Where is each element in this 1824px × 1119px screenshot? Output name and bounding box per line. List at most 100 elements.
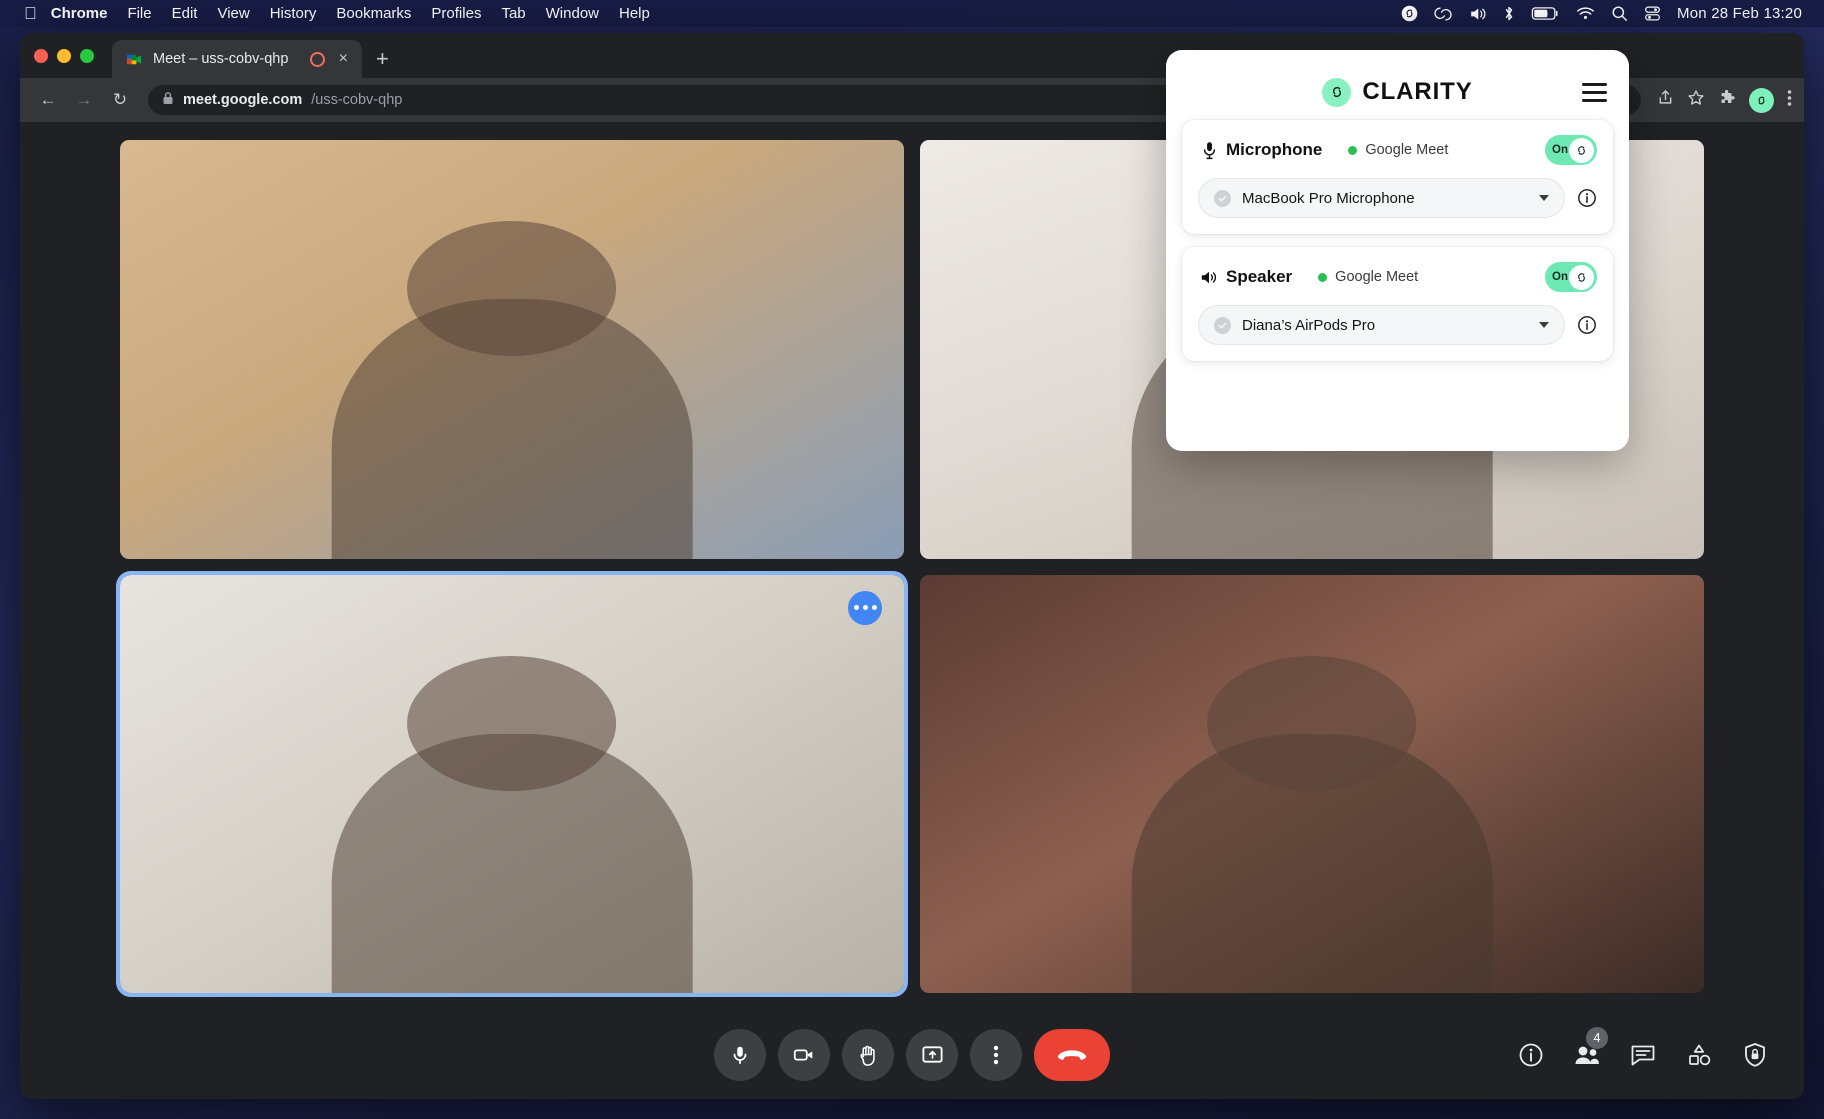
menu-item-view[interactable]: View — [217, 5, 249, 22]
window-traffic-lights — [34, 33, 112, 78]
speaker-device-name: Diana’s AirPods Pro — [1242, 316, 1376, 334]
apple-icon[interactable]:  — [24, 5, 37, 22]
participant-video — [1131, 733, 1493, 993]
microphone-icon — [1198, 141, 1220, 160]
speaker-source-label: Google Meet — [1335, 269, 1419, 285]
microphone-title: Microphone — [1226, 140, 1323, 159]
participant-video — [331, 733, 693, 993]
activities-button[interactable] — [1684, 1040, 1714, 1070]
macos-menu-bar:  Chrome File Edit View History Bookmark… — [0, 0, 1824, 27]
participant-tile-3[interactable] — [116, 570, 908, 997]
tile-more-options-button[interactable] — [848, 590, 882, 625]
speaker-section-header: Speaker Google Meet On — [1198, 261, 1597, 293]
new-tab-button[interactable]: + — [376, 48, 389, 70]
microphone-source-label: Google Meet — [1365, 142, 1449, 158]
microphone-toggle-label: On — [1552, 144, 1568, 156]
toolbar-actions — [1653, 87, 1792, 113]
menu-item-history[interactable]: History — [270, 5, 317, 22]
clarity-extension-panel: CLARITY Microphone Google Meet On MacBoo… — [1166, 50, 1629, 451]
speaker-section: Speaker Google Meet On Diana’s AirPods P… — [1182, 247, 1613, 361]
chevron-down-icon[interactable] — [1539, 195, 1549, 201]
leave-call-button[interactable] — [1034, 1029, 1110, 1081]
menu-item-tab[interactable]: Tab — [501, 5, 525, 22]
participants-button[interactable]: 4 — [1572, 1027, 1608, 1070]
microphone-button[interactable] — [714, 1029, 766, 1081]
menu-item-file[interactable]: File — [127, 5, 151, 22]
toggle-knob-clarity-icon — [1569, 137, 1594, 163]
more-options-button[interactable] — [970, 1029, 1022, 1081]
speaker-device-select[interactable]: Diana’s AirPods Pro — [1198, 305, 1565, 345]
address-bar-path: /uss-cobv-qhp — [311, 92, 403, 108]
forward-icon[interactable]: → — [68, 84, 100, 116]
close-window-button[interactable] — [34, 48, 48, 63]
chrome-menu-icon[interactable] — [1787, 89, 1792, 112]
maximize-window-button[interactable] — [80, 48, 94, 63]
speaker-toggle-label: On — [1552, 271, 1568, 283]
menu-item-profiles[interactable]: Profiles — [431, 5, 481, 22]
menu-item-edit[interactable]: Edit — [172, 5, 198, 22]
hamburger-menu-icon[interactable] — [1582, 82, 1607, 102]
speaker-title: Speaker — [1226, 267, 1293, 286]
camera-button[interactable] — [778, 1029, 830, 1081]
microphone-source: Google Meet — [1348, 142, 1448, 158]
wifi-icon[interactable] — [1576, 6, 1595, 21]
host-controls-button[interactable] — [1740, 1040, 1770, 1070]
chat-button[interactable] — [1628, 1040, 1658, 1070]
status-dot-icon — [1348, 145, 1358, 155]
menu-bar-status-area: Mon 28 Feb 13:20 — [1401, 5, 1812, 22]
chevron-down-icon[interactable] — [1539, 322, 1549, 328]
menu-item-chrome[interactable]: Chrome — [51, 5, 108, 22]
share-icon[interactable] — [1657, 89, 1674, 111]
creative-cloud-icon[interactable] — [1434, 6, 1452, 22]
recording-icon[interactable] — [309, 51, 325, 67]
microphone-section: Microphone Google Meet On MacBook Pro Mi… — [1182, 120, 1613, 234]
microphone-device-select[interactable]: MacBook Pro Microphone — [1198, 178, 1565, 218]
meet-primary-controls — [714, 1029, 1110, 1081]
minimize-window-button[interactable] — [57, 48, 71, 63]
spotlight-search-icon[interactable] — [1611, 5, 1628, 22]
clarity-brand-name: CLARITY — [1362, 78, 1473, 105]
menu-item-window[interactable]: Window — [546, 5, 599, 22]
speaker-toggle[interactable]: On — [1545, 262, 1597, 292]
participant-tile-1[interactable] — [120, 140, 904, 559]
speaker-device-row: Diana’s AirPods Pro — [1198, 305, 1597, 345]
toggle-knob-clarity-icon — [1569, 264, 1594, 290]
menu-item-bookmarks[interactable]: Bookmarks — [336, 5, 411, 22]
extensions-puzzle-icon[interactable] — [1718, 89, 1736, 112]
volume-icon[interactable] — [1468, 6, 1487, 22]
participants-count-badge: 4 — [1586, 1027, 1608, 1049]
bluetooth-icon[interactable] — [1503, 5, 1515, 22]
check-circle-icon — [1214, 316, 1231, 334]
battery-icon[interactable] — [1531, 6, 1560, 21]
meet-control-bar: 4 — [20, 1011, 1804, 1099]
back-icon[interactable]: ← — [32, 84, 64, 116]
microphone-device-row: MacBook Pro Microphone — [1198, 178, 1597, 218]
browser-tab-meet[interactable]: Meet – uss-cobv-qhp × — [112, 40, 362, 78]
reload-icon[interactable]: ↻ — [104, 84, 136, 116]
speaker-source: Google Meet — [1318, 269, 1418, 285]
microphone-toggle[interactable]: On — [1545, 135, 1597, 165]
meeting-details-button[interactable] — [1516, 1040, 1546, 1070]
speaker-icon — [1198, 269, 1220, 286]
clarity-brand: CLARITY — [1322, 77, 1473, 107]
microphone-info-icon[interactable] — [1577, 188, 1597, 208]
clarity-s-icon[interactable] — [1401, 5, 1418, 22]
menu-item-help[interactable]: Help — [619, 5, 650, 22]
address-bar-host: meet.google.com — [183, 92, 303, 108]
present-screen-button[interactable] — [906, 1029, 958, 1081]
bookmark-star-icon[interactable] — [1687, 89, 1705, 112]
browser-tab-title: Meet – uss-cobv-qhp — [153, 51, 289, 67]
control-center-icon[interactable] — [1644, 5, 1661, 22]
close-icon[interactable]: × — [335, 49, 352, 69]
lock-icon — [162, 91, 174, 109]
menu-bar-clock[interactable]: Mon 28 Feb 13:20 — [1677, 5, 1802, 22]
speaker-info-icon[interactable] — [1577, 315, 1597, 335]
google-meet-icon — [126, 51, 143, 68]
status-dot-icon — [1318, 272, 1328, 282]
microphone-section-header: Microphone Google Meet On — [1198, 134, 1597, 166]
participant-tile-4[interactable] — [920, 574, 1704, 993]
raise-hand-button[interactable] — [842, 1029, 894, 1081]
participant-video — [331, 299, 693, 559]
clarity-s-logo — [1322, 77, 1352, 107]
clarity-extension-icon[interactable] — [1749, 87, 1774, 113]
